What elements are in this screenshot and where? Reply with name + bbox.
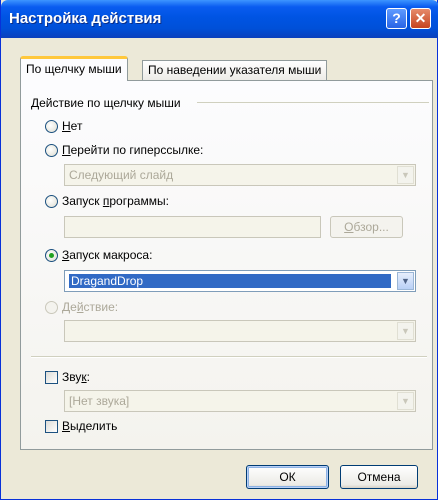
window-title: Настройка действия: [9, 10, 162, 27]
chevron-down-icon: ▼: [397, 392, 414, 410]
macro-combo-value: DragandDrop: [69, 274, 391, 288]
radio-run-program-label-prefix: Запуск: [62, 194, 103, 208]
tab-mouse-over[interactable]: По наведении указателя мыши: [142, 60, 328, 81]
radio-run-program-button[interactable]: [45, 194, 58, 208]
browse-button[interactable]: Обзор...: [330, 216, 403, 238]
highlight-checkbox-row[interactable]: Выделить: [45, 419, 117, 433]
radio-run-macro-button[interactable]: [45, 248, 58, 262]
sound-combo: [Нет звука] ▼: [64, 390, 416, 412]
chevron-down-icon[interactable]: ▼: [397, 272, 414, 290]
radio-object-action-button: [45, 300, 58, 314]
sound-combo-value: [Нет звука]: [69, 394, 130, 408]
object-action-combo: ▼: [64, 320, 416, 342]
radio-object-action-label-prefix: Де: [62, 300, 77, 314]
radio-run-macro-label-rest: апуск макроса:: [69, 248, 153, 262]
highlight-label-rest: ыделить: [70, 419, 118, 433]
radio-object-action-access-key: й: [76, 300, 84, 314]
radio-hyperlink-label-rest: ерейти по гиперссылке:: [70, 143, 204, 157]
hyperlink-combo[interactable]: Следующий слайд ▼: [64, 164, 416, 186]
close-button[interactable]: ✕: [410, 8, 431, 29]
hyperlink-combo-value: Следующий слайд: [69, 168, 174, 182]
highlight-label: Выделить: [62, 419, 117, 433]
program-path-input[interactable]: [64, 216, 321, 238]
separator: [31, 356, 427, 358]
radio-none-label-rest: ет: [70, 119, 83, 133]
browse-button-access-key: О: [344, 220, 354, 234]
help-button[interactable]: ?: [386, 8, 407, 29]
radio-hyperlink-label: Перейти по гиперссылке:: [62, 143, 203, 157]
radio-none-label: Нет: [62, 119, 82, 133]
radio-hyperlink-button[interactable]: [45, 143, 58, 157]
highlight-access-key: В: [62, 419, 71, 433]
action-settings-dialog: Настройка действия ? ✕ По щелчку мыши По…: [0, 0, 438, 500]
radio-none[interactable]: Нет: [45, 119, 82, 133]
ok-button[interactable]: ОК: [246, 465, 329, 489]
browse-button-rest: бзор...: [353, 220, 389, 234]
chevron-down-icon: ▼: [397, 322, 414, 340]
radio-object-action: Действие:: [45, 300, 118, 314]
group-label: Действие по щелчку мыши: [31, 96, 181, 110]
sound-label-prefix: Зву: [62, 370, 82, 384]
radio-run-program-label-rest: рограммы:: [109, 194, 169, 208]
sound-label-rest: :: [86, 370, 90, 384]
sound-checkbox[interactable]: [45, 370, 58, 384]
sound-checkbox-row[interactable]: Звук:: [45, 370, 90, 384]
radio-object-action-label-rest: ствие:: [83, 300, 119, 314]
group-divider: [197, 102, 429, 103]
title-bar[interactable]: Настройка действия ? ✕: [1, 0, 438, 38]
radio-none-access-key: Н: [62, 119, 71, 133]
chevron-down-icon[interactable]: ▼: [397, 166, 414, 184]
macro-combo[interactable]: DragandDrop ▼: [64, 270, 416, 292]
sound-label: Звук:: [62, 370, 90, 384]
radio-run-program-label: Запуск программы:: [62, 194, 169, 208]
radio-hyperlink-access-key: П: [62, 143, 71, 157]
radio-object-action-label: Действие:: [62, 300, 118, 314]
radio-run-macro-label: Запуск макроса:: [62, 248, 152, 262]
radio-run-program[interactable]: Запуск программы:: [45, 194, 169, 208]
radio-hyperlink[interactable]: Перейти по гиперссылке:: [45, 143, 203, 157]
radio-none-button[interactable]: [45, 119, 58, 133]
tab-mouse-click[interactable]: По щелчку мыши: [20, 56, 128, 81]
cancel-button[interactable]: Отмена: [340, 465, 418, 489]
radio-run-macro[interactable]: Запуск макроса:: [45, 248, 152, 262]
highlight-checkbox[interactable]: [45, 419, 58, 433]
